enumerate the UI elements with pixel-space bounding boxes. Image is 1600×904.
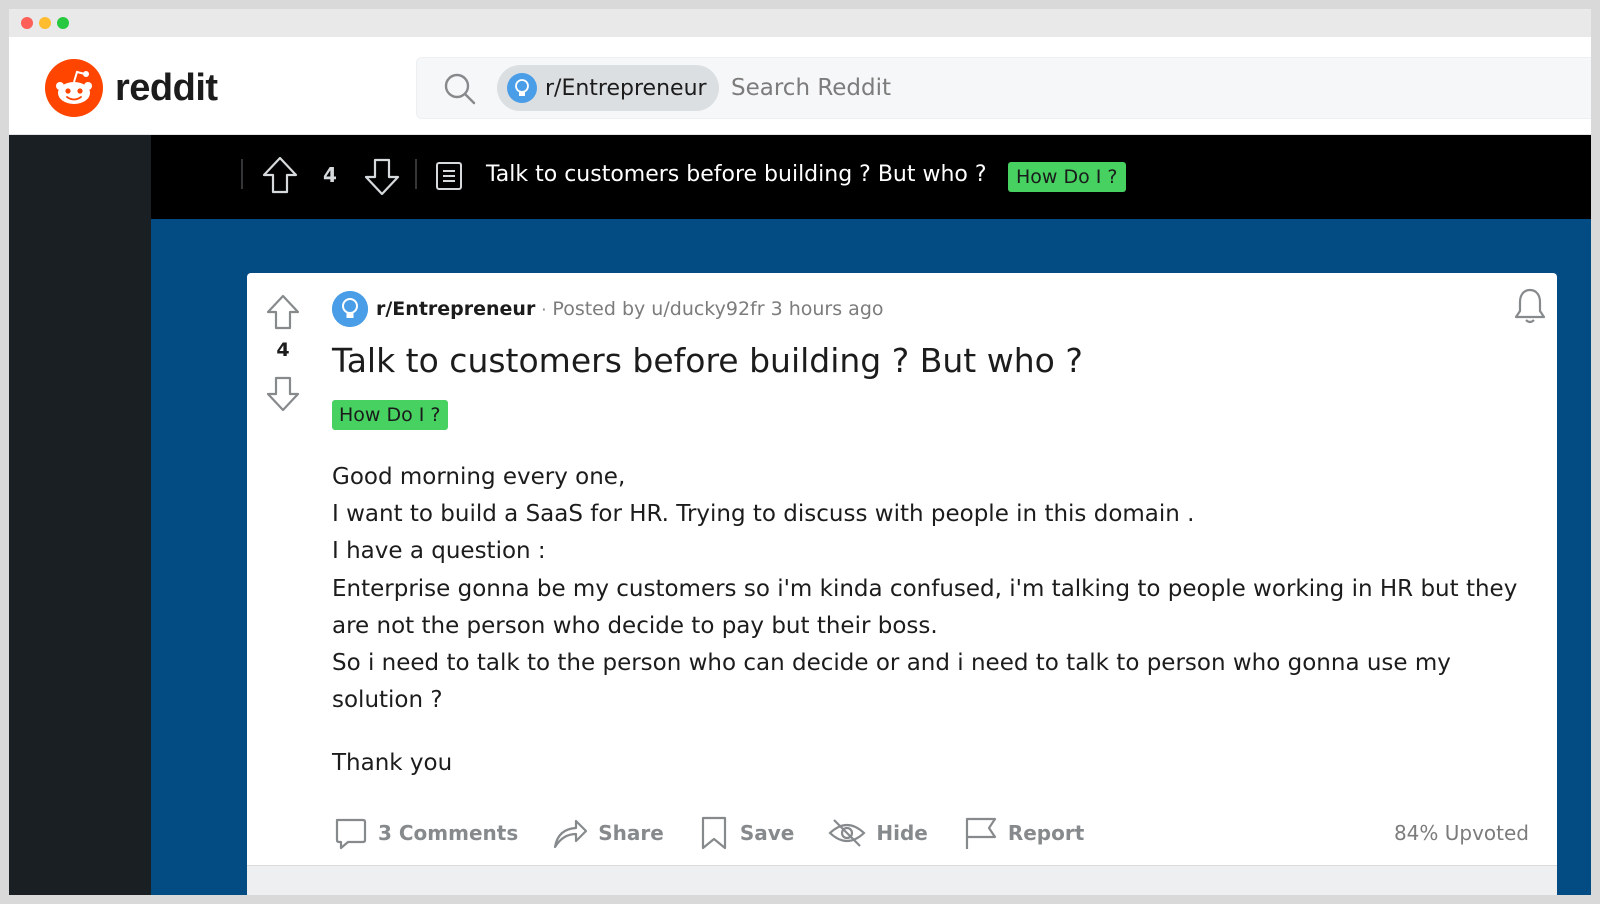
share-label: Share bbox=[598, 821, 664, 845]
post-icon bbox=[436, 162, 462, 190]
body-paragraph: I have a question : bbox=[332, 538, 546, 565]
divider bbox=[241, 159, 243, 189]
community-chip-label: r/Entrepreneur bbox=[545, 75, 707, 101]
sticky-post-title[interactable]: Talk to customers before building ? But … bbox=[486, 162, 987, 187]
window-titlebar bbox=[9, 9, 1591, 37]
post-card: 4 r/Entrepreneur · Posted by u/ducky92fr… bbox=[247, 273, 1557, 895]
flair-badge[interactable]: How Do I ? bbox=[332, 400, 448, 430]
subreddit-link[interactable]: r/Entrepreneur bbox=[376, 298, 535, 320]
bell-icon[interactable] bbox=[1513, 287, 1547, 325]
comments-label: 3 Comments bbox=[378, 821, 519, 845]
minimize-window-button[interactable] bbox=[39, 17, 51, 29]
share-button[interactable]: Share bbox=[552, 815, 664, 851]
browser-window: reddit r/Entrepreneur Search Reddit 4 Ta… bbox=[9, 9, 1591, 895]
sticky-score: 4 bbox=[323, 163, 337, 187]
report-button[interactable]: Report bbox=[962, 815, 1084, 851]
meta-separator: · bbox=[541, 299, 547, 319]
body-paragraph: I want to build a SaaS for HR. Trying to… bbox=[332, 501, 1195, 528]
sticky-flair-badge[interactable]: How Do I ? bbox=[1008, 162, 1126, 192]
post-meta: r/Entrepreneur · Posted by u/ducky92fr 3… bbox=[332, 291, 884, 327]
hide-icon bbox=[828, 819, 866, 847]
upvote-ratio: 84% Upvoted bbox=[1393, 821, 1529, 845]
share-icon bbox=[554, 819, 588, 849]
body-paragraph: Enterprise gonna be my customers so i'm … bbox=[332, 575, 1518, 639]
subreddit-icon bbox=[332, 291, 368, 327]
hide-button[interactable]: Hide bbox=[828, 817, 928, 849]
downvote-icon[interactable] bbox=[265, 375, 301, 413]
body-closing: Thank you bbox=[332, 750, 453, 776]
left-gutter bbox=[9, 135, 151, 895]
downvote-icon[interactable] bbox=[363, 157, 401, 197]
sticky-post-bar: 4 Talk to customers before building ? Bu… bbox=[151, 135, 1591, 219]
post-title[interactable]: Talk to customers before building ? But … bbox=[332, 341, 1083, 380]
save-icon bbox=[701, 816, 726, 850]
search-bar[interactable]: r/Entrepreneur Search Reddit bbox=[416, 57, 1591, 119]
save-label: Save bbox=[739, 821, 795, 845]
search-icon bbox=[444, 73, 476, 105]
upvote-icon[interactable] bbox=[261, 155, 299, 195]
hide-label: Hide bbox=[876, 821, 928, 845]
post-body: Good morning every one, I want to build … bbox=[332, 459, 1542, 719]
divider bbox=[415, 159, 417, 189]
site-header: reddit r/Entrepreneur Search Reddit bbox=[9, 37, 1591, 135]
close-window-button[interactable] bbox=[21, 17, 33, 29]
comments-button[interactable]: 3 Comments bbox=[332, 815, 518, 851]
comment-icon bbox=[335, 818, 367, 850]
post-score: 4 bbox=[276, 339, 290, 361]
reddit-wordmark[interactable]: reddit bbox=[115, 59, 218, 117]
community-filter-chip[interactable]: r/Entrepreneur bbox=[497, 65, 719, 111]
reddit-logo-icon[interactable] bbox=[45, 59, 103, 117]
upvote-icon[interactable] bbox=[265, 293, 301, 331]
maximize-window-button[interactable] bbox=[57, 17, 69, 29]
save-button[interactable]: Save bbox=[698, 815, 795, 851]
posted-by: Posted by u/ducky92fr 3 hours ago bbox=[552, 298, 884, 320]
subreddit-avatar[interactable] bbox=[332, 291, 368, 327]
body-paragraph: Good morning every one, bbox=[332, 464, 626, 490]
post-card-footer bbox=[247, 865, 1557, 895]
body-paragraph: So i need to talk to the person who can … bbox=[332, 650, 1451, 714]
report-label: Report bbox=[1007, 821, 1085, 845]
post-actions: 3 Comments Share Save Hide Report bbox=[332, 809, 1118, 857]
search-input[interactable]: Search Reddit bbox=[731, 75, 891, 101]
subreddit-icon bbox=[507, 73, 537, 103]
report-icon bbox=[965, 817, 996, 849]
